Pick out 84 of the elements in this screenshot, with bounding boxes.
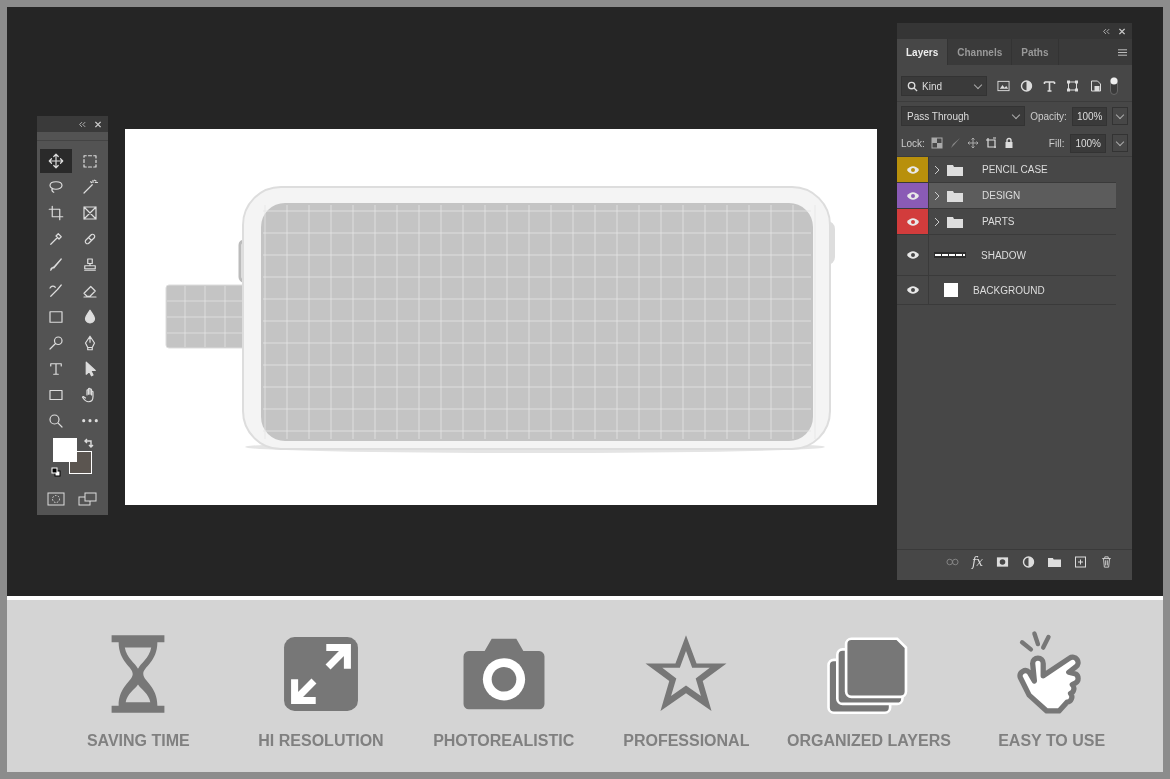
fill-label: Fill: — [1048, 137, 1065, 149]
eye-icon[interactable] — [905, 190, 920, 201]
eye-icon[interactable] — [905, 216, 920, 227]
marquee-icon — [81, 152, 99, 170]
trash-icon[interactable] — [1100, 556, 1114, 568]
feature-label: SAVING TIME — [86, 732, 190, 750]
opacity-label: Opacity: — [1030, 110, 1067, 122]
layer-row[interactable]: BACKGROUND — [929, 276, 1116, 304]
eye-icon[interactable] — [905, 285, 920, 295]
panel-tab[interactable]: Layers — [897, 39, 949, 65]
layer-thumbnail — [944, 283, 958, 297]
menu-icon[interactable] — [1117, 47, 1128, 57]
type-filter-icon[interactable] — [1043, 80, 1056, 92]
adjustment-icon[interactable] — [1022, 556, 1036, 568]
close-icon[interactable] — [94, 120, 102, 128]
crop-icon — [47, 204, 65, 222]
folder-icon — [947, 215, 963, 228]
expand-chevron-icon[interactable] — [934, 164, 940, 175]
layer-style-button[interactable]: fx — [971, 555, 984, 569]
type-icon — [47, 360, 65, 378]
color-swatches[interactable] — [53, 438, 93, 476]
visibility-cell[interactable] — [897, 209, 929, 234]
swap-arrow-icon[interactable] — [83, 438, 95, 450]
layer-row[interactable]: PARTS — [929, 209, 1116, 234]
smart-object-filter-icon[interactable] — [1089, 80, 1102, 92]
visibility-cell[interactable] — [897, 183, 929, 208]
folder-icon — [947, 189, 963, 202]
feature-label: ORGANIZED LAYERS — [787, 732, 951, 750]
frame-icon — [81, 204, 99, 222]
layer-name: PENCIL CASE — [982, 164, 1048, 175]
expand-chevron-icon[interactable] — [934, 216, 940, 227]
folder-icon[interactable] — [1048, 556, 1062, 568]
visibility-cell[interactable] — [897, 157, 929, 182]
collapse-icon[interactable] — [1102, 27, 1110, 35]
search-icon — [907, 80, 918, 92]
shape-filter-icon[interactable] — [1066, 80, 1079, 92]
dodge-icon — [47, 334, 65, 352]
lasso-icon — [47, 178, 65, 196]
quick-mask-icon[interactable] — [47, 491, 66, 507]
link-icon[interactable] — [945, 556, 959, 568]
zoom-icon — [47, 412, 65, 430]
eye-icon[interactable] — [905, 250, 920, 260]
opacity-dropdown-button[interactable] — [1112, 107, 1128, 125]
brush-icon — [47, 256, 65, 274]
checkerboard-icon[interactable] — [930, 137, 943, 149]
layer-row[interactable]: SHADOW — [929, 235, 1116, 275]
layer-name: DESIGN — [982, 190, 1021, 201]
filter-toggle[interactable] — [1110, 77, 1118, 95]
gradient-icon — [47, 308, 65, 326]
magic-wand-icon — [81, 178, 99, 196]
layer-row[interactable]: PENCIL CASE — [929, 157, 1116, 182]
more-icon — [81, 418, 99, 424]
screen-mode-icon[interactable] — [77, 491, 98, 507]
layer-name: SHADOW — [981, 249, 1026, 261]
layer-name: BACKGROUND — [973, 284, 1045, 296]
layer-row[interactable]: DESIGN — [929, 183, 1116, 208]
move-icon — [47, 152, 65, 170]
feature-label: HI RESOLUTION — [258, 732, 384, 750]
feature-label: PROFESSIONAL — [623, 732, 750, 750]
shadow-thumbnail — [934, 252, 966, 258]
new-layer-icon[interactable] — [1074, 556, 1088, 568]
move-arrows-icon[interactable] — [966, 137, 979, 149]
history-brush-icon — [47, 282, 65, 300]
expand-chevron-icon[interactable] — [934, 190, 940, 201]
fill-dropdown-button[interactable] — [1112, 134, 1128, 152]
blend-mode-dropdown[interactable]: Pass Through — [901, 106, 1026, 126]
artboard-icon[interactable] — [984, 137, 997, 149]
feature-label: PHOTOREALISTIC — [433, 732, 575, 750]
opacity-field[interactable]: 100% — [1071, 106, 1108, 126]
collapse-icon[interactable] — [78, 120, 86, 128]
move-tool[interactable] — [40, 149, 72, 173]
feature-label: EASY TO USE — [998, 732, 1106, 750]
adjustment-filter-icon[interactable] — [1020, 80, 1033, 92]
layer-name: PARTS — [982, 216, 1015, 227]
filter-kind-dropdown[interactable]: Kind — [901, 76, 987, 96]
stamp-icon — [81, 256, 99, 274]
default-colors-icon[interactable] — [51, 467, 61, 477]
eyedropper-icon — [47, 230, 65, 248]
mask-icon[interactable] — [996, 556, 1010, 568]
lock-label: Lock: — [901, 137, 925, 149]
fill-field[interactable]: 100% — [1070, 133, 1106, 153]
image-filter-icon[interactable] — [997, 80, 1010, 92]
close-icon[interactable] — [1118, 27, 1126, 35]
folder-icon — [947, 163, 963, 176]
